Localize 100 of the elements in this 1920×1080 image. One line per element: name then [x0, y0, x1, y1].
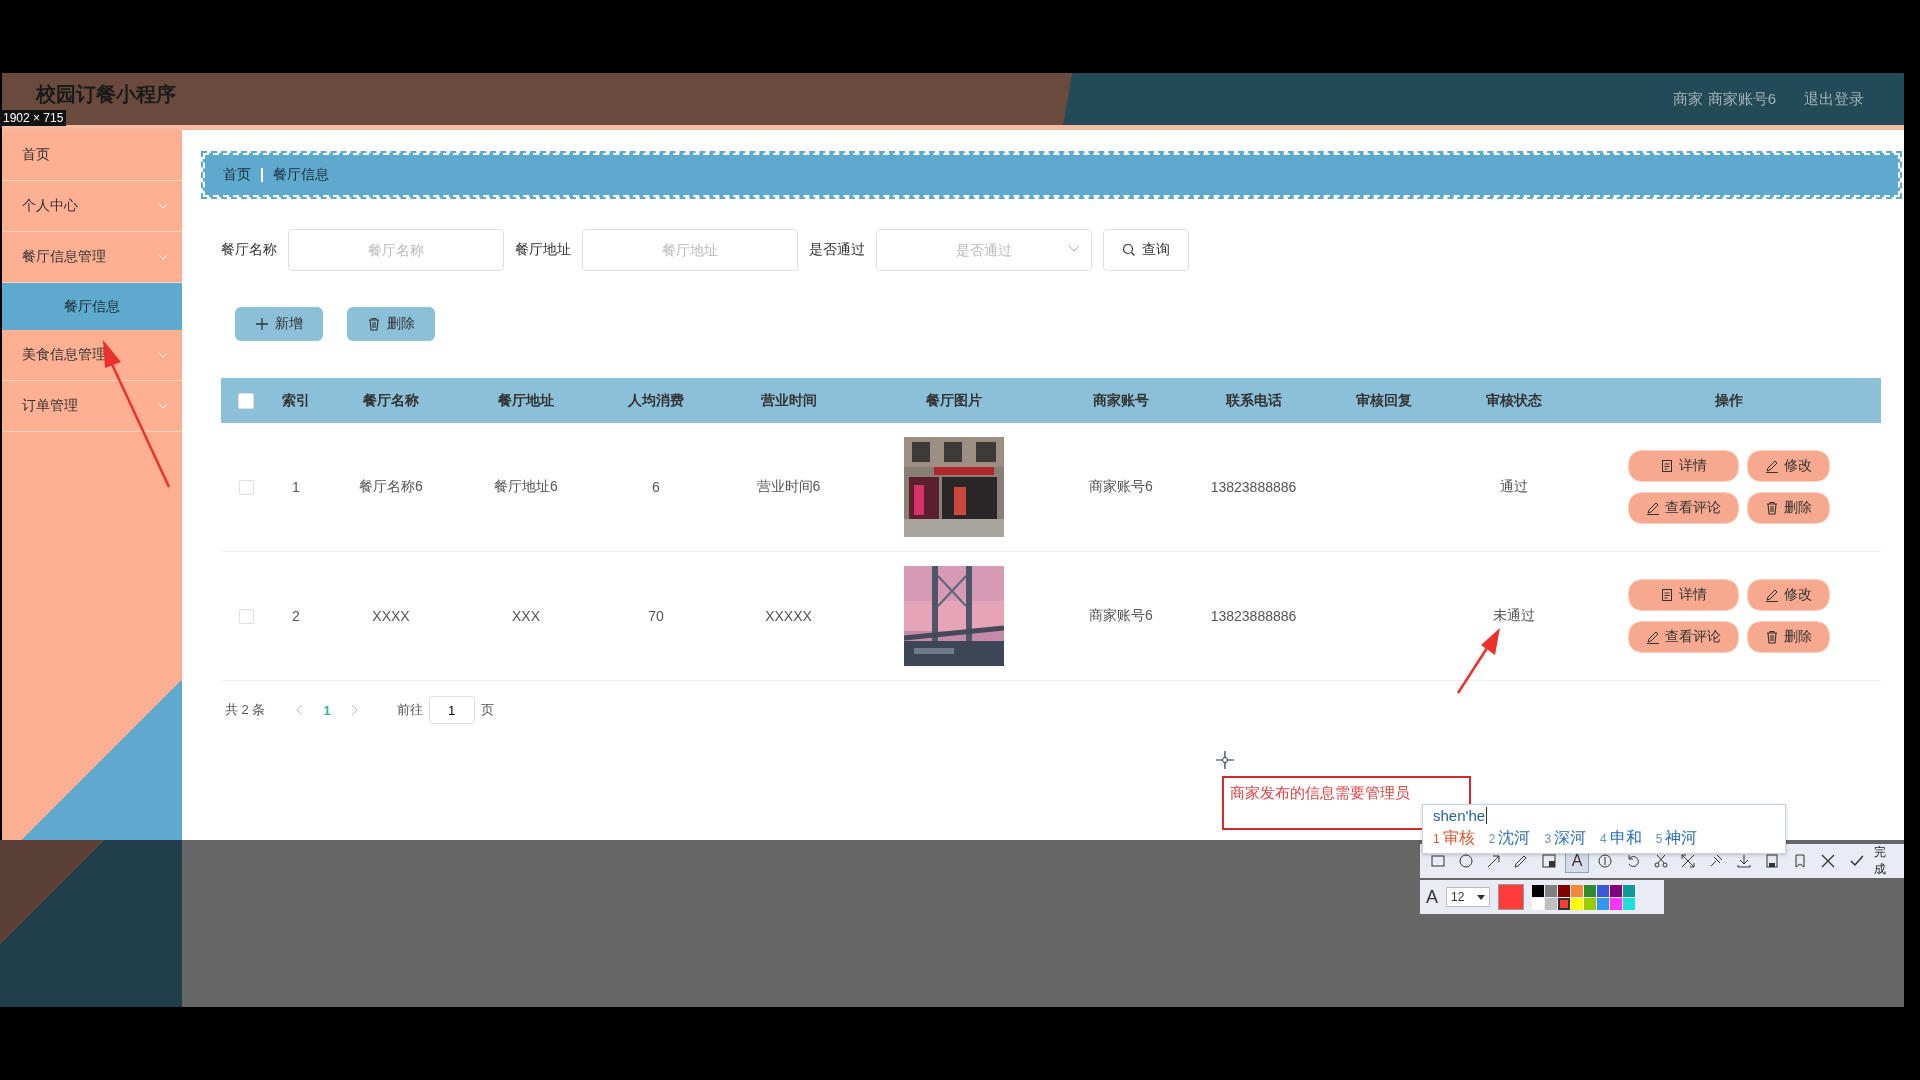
pen-icon	[1764, 588, 1779, 602]
trash-icon	[1764, 630, 1779, 644]
font-label: A	[1426, 886, 1438, 908]
edit-button[interactable]: 修改	[1747, 580, 1829, 610]
ime-candidate[interactable]: 3 深河	[1544, 828, 1587, 849]
input-field[interactable]: 餐厅名称	[288, 229, 504, 271]
column-header: 餐厅图片	[856, 378, 1051, 423]
table-cell: 餐厅名称6	[321, 423, 461, 552]
chevron-down-icon	[158, 403, 168, 409]
column-header: 商家账号	[1051, 378, 1191, 423]
comments-button[interactable]: 查看评论	[1628, 493, 1738, 523]
ime-input-text: shen'he	[1433, 807, 1488, 824]
table-cell: XXXXX	[721, 551, 856, 681]
color-swatch[interactable]	[1532, 884, 1544, 897]
total-count: 共 2 条	[225, 701, 266, 719]
ime-candidate[interactable]: 2 沈河	[1488, 828, 1531, 849]
input-field[interactable]: 餐厅地址	[582, 229, 798, 271]
column-header: 人均消费	[591, 378, 721, 423]
color-swatch[interactable]	[1623, 884, 1635, 897]
chevron-down-icon	[158, 352, 168, 358]
ime-candidate[interactable]: 1 审核	[1433, 828, 1475, 849]
table-cell: 餐厅地址6	[461, 423, 591, 552]
table-cell: 13823888886	[1191, 423, 1316, 552]
color-swatch[interactable]	[1545, 897, 1557, 910]
detail-button[interactable]: 详情	[1628, 580, 1738, 610]
trash-icon	[367, 317, 381, 331]
pen-icon	[1764, 459, 1779, 473]
table-cell: XXXX	[321, 551, 461, 681]
breadcrumb-item[interactable]: 首页	[223, 166, 251, 184]
chevron-down-icon	[158, 203, 168, 209]
search-icon	[1122, 243, 1136, 257]
delete-button[interactable]: 删除	[347, 307, 435, 341]
goto-label: 前往	[396, 701, 423, 719]
select-field[interactable]: 是否通过	[876, 229, 1092, 271]
delete-button[interactable]: 删除	[1747, 622, 1829, 652]
table-cell: 营业时间6	[721, 423, 856, 552]
caret-icon	[1477, 894, 1485, 900]
document-icon	[1659, 459, 1674, 473]
document-icon	[1659, 588, 1674, 602]
pen-icon	[1645, 501, 1660, 515]
next-page-icon	[350, 704, 359, 716]
color-swatch[interactable]	[1571, 897, 1583, 910]
color-swatch[interactable]	[1545, 884, 1557, 897]
column-header: 审核状态	[1451, 378, 1576, 423]
column-header: 餐厅地址	[461, 378, 591, 423]
user-info: 商家 商家账号6	[1673, 89, 1776, 109]
color-swatch[interactable]	[1623, 897, 1635, 910]
trash-icon	[1764, 501, 1779, 515]
page-input[interactable]: 1	[428, 696, 475, 724]
color-swatch[interactable]	[1584, 897, 1596, 910]
table-cell: 1	[271, 423, 321, 552]
column-header: 审核回复	[1316, 378, 1451, 423]
ime-candidate[interactable]: 5 神河	[1655, 828, 1698, 849]
detail-button[interactable]: 详情	[1628, 451, 1738, 481]
size-label: 1902 × 715	[0, 110, 67, 126]
sidebar-subitem[interactable]: 餐厅信息	[2, 283, 182, 330]
color-swatch[interactable]	[1610, 897, 1622, 910]
table-cell: 商家账号6	[1051, 423, 1191, 552]
table-cell: 6	[591, 423, 721, 552]
add-button[interactable]: 新增	[235, 307, 323, 341]
field-label: 是否通过	[809, 241, 865, 259]
table-cell: XXX	[461, 551, 591, 681]
select-all-checkbox[interactable]	[238, 393, 254, 410]
color-swatch[interactable]	[1584, 884, 1596, 897]
comments-button[interactable]: 查看评论	[1628, 622, 1738, 652]
page-suffix: 页	[480, 701, 494, 719]
plus-icon	[255, 317, 269, 331]
table-cell: 商家账号6	[1051, 551, 1191, 681]
column-header: 营业时间	[721, 378, 856, 423]
color-swatch[interactable]	[1597, 884, 1609, 897]
color-swatch[interactable]	[1610, 884, 1622, 897]
crosshair-icon	[1216, 751, 1234, 769]
delete-button[interactable]: 删除	[1747, 493, 1829, 523]
column-header: 联系电话	[1191, 378, 1316, 423]
search-button[interactable]: 查询	[1103, 229, 1189, 271]
annotation-arrow	[1456, 628, 1500, 694]
column-header: 餐厅名称	[321, 378, 461, 423]
pen-icon	[1645, 630, 1660, 644]
row-checkbox[interactable]	[238, 480, 254, 496]
color-swatch[interactable]	[1571, 884, 1583, 897]
chevron-down-icon	[158, 254, 168, 260]
logout-link[interactable]: 退出登录	[1804, 89, 1864, 109]
current-color-swatch	[1498, 884, 1524, 910]
breadcrumb-item: 餐厅信息	[273, 166, 329, 184]
edit-button[interactable]: 修改	[1747, 451, 1829, 481]
app-title: 校园订餐小程序	[36, 81, 177, 107]
color-swatch[interactable]	[1558, 884, 1570, 897]
check-icon	[1849, 853, 1866, 869]
color-swatch[interactable]	[1597, 897, 1609, 910]
column-header: 索引	[271, 378, 321, 423]
table-cell: 通过	[1451, 423, 1576, 552]
previous-page-icon	[295, 704, 304, 716]
color-swatch[interactable]	[1532, 897, 1544, 910]
column-header: 操作	[1576, 378, 1881, 423]
color-swatch[interactable]	[1558, 897, 1570, 910]
done-button[interactable]: 完成	[1843, 843, 1899, 879]
row-checkbox[interactable]	[238, 609, 254, 625]
field-label: 餐厅地址	[515, 241, 571, 259]
font-size-select[interactable]: 12	[1446, 887, 1490, 907]
ime-candidate[interactable]: 4 申和	[1600, 828, 1642, 849]
